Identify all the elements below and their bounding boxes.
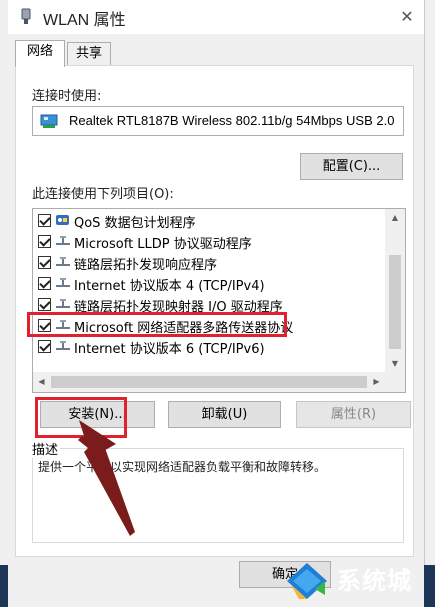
properties-button: 属性(R): [296, 401, 411, 428]
list-item[interactable]: Microsoft LLDP 协议驱动程序: [33, 231, 385, 252]
close-icon: ✕: [400, 7, 414, 26]
highlight-box-install: [35, 397, 127, 438]
item-label: Internet 协议版本 4 (TCP/IPv4): [74, 279, 265, 294]
connect-using-label: 连接时使用:: [32, 89, 102, 104]
item-checkbox[interactable]: [38, 256, 51, 269]
scroll-right-icon[interactable]: ▶: [368, 372, 385, 392]
adapter-name: Realtek RTL8187B Wireless 802.11b/g 54Mb…: [69, 113, 395, 128]
list-item[interactable]: QoS 数据包计划程序: [33, 210, 385, 231]
protocol-icon: [56, 341, 70, 350]
title-bar: WLAN 属性 ✕: [8, 0, 424, 34]
network-card-icon: [40, 114, 58, 128]
protocol-icon: [56, 236, 70, 245]
vertical-scroll-thumb[interactable]: [389, 255, 401, 349]
protocol-icon: [56, 299, 70, 308]
network-tab-panel: 连接时使用: Realtek RTL8187B Wireless 802.11b…: [15, 65, 414, 557]
scroll-down-icon[interactable]: ▼: [385, 355, 405, 372]
protocol-icon: [56, 257, 70, 266]
vertical-scrollbar[interactable]: ▲ ▼: [385, 209, 405, 372]
configure-button[interactable]: 配置(C)...: [300, 153, 403, 180]
item-label: QoS 数据包计划程序: [74, 216, 196, 231]
description-title: 描述: [30, 439, 61, 458]
horizontal-scroll-thumb[interactable]: [51, 376, 367, 388]
item-label: 链路层拓扑发现响应程序: [74, 258, 218, 273]
watermark-logo-icon: [287, 563, 327, 599]
item-checkbox[interactable]: [38, 235, 51, 248]
list-item[interactable]: Internet 协议版本 6 (TCP/IPv6): [33, 336, 385, 357]
list-item[interactable]: 链路层拓扑发现响应程序: [33, 252, 385, 273]
background-window: [0, 0, 8, 607]
components-list[interactable]: QoS 数据包计划程序 Microsoft LLDP 协议驱动程序 链路层拓扑发…: [32, 208, 406, 393]
background-window-right: [424, 0, 435, 607]
item-label: Microsoft LLDP 协议驱动程序: [74, 237, 252, 252]
list-item[interactable]: Internet 协议版本 4 (TCP/IPv4): [33, 273, 385, 294]
description-text: 提供一个平台以实现网络适配器负载平衡和故障转移。: [38, 460, 327, 474]
item-checkbox[interactable]: [38, 298, 51, 311]
close-button[interactable]: ✕: [394, 4, 420, 30]
item-label: Internet 协议版本 6 (TCP/IPv6): [74, 342, 265, 357]
window-title: WLAN 属性: [43, 12, 126, 29]
adapter-field: Realtek RTL8187B Wireless 802.11b/g 54Mb…: [32, 106, 404, 136]
wlan-properties-dialog: WLAN 属性 ✕ 网络 共享 连接时使用: Realtek RTL8187B …: [8, 0, 424, 607]
tab-network[interactable]: 网络: [15, 40, 65, 67]
uninstall-button[interactable]: 卸载(U): [168, 401, 281, 428]
scroll-up-icon[interactable]: ▲: [385, 209, 405, 226]
tab-sharing[interactable]: 共享: [67, 42, 111, 66]
items-label: 此连接使用下列项目(O):: [32, 187, 174, 202]
watermark: 系统城 xitongcheng.com: [285, 559, 435, 607]
network-adapter-icon: [21, 8, 31, 24]
highlight-box-multiplexor: [27, 312, 287, 337]
watermark-name: 系统城: [337, 567, 412, 595]
item-checkbox[interactable]: [38, 214, 51, 227]
item-checkbox[interactable]: [38, 277, 51, 290]
qos-icon: [56, 215, 69, 225]
watermark-url: xitongcheng.com: [341, 593, 419, 603]
horizontal-scrollbar[interactable]: ◀ ▶: [33, 372, 385, 392]
item-checkbox[interactable]: [38, 340, 51, 353]
scrollbar-corner: [385, 372, 405, 392]
protocol-icon: [56, 278, 70, 287]
scroll-left-icon[interactable]: ◀: [33, 372, 50, 392]
